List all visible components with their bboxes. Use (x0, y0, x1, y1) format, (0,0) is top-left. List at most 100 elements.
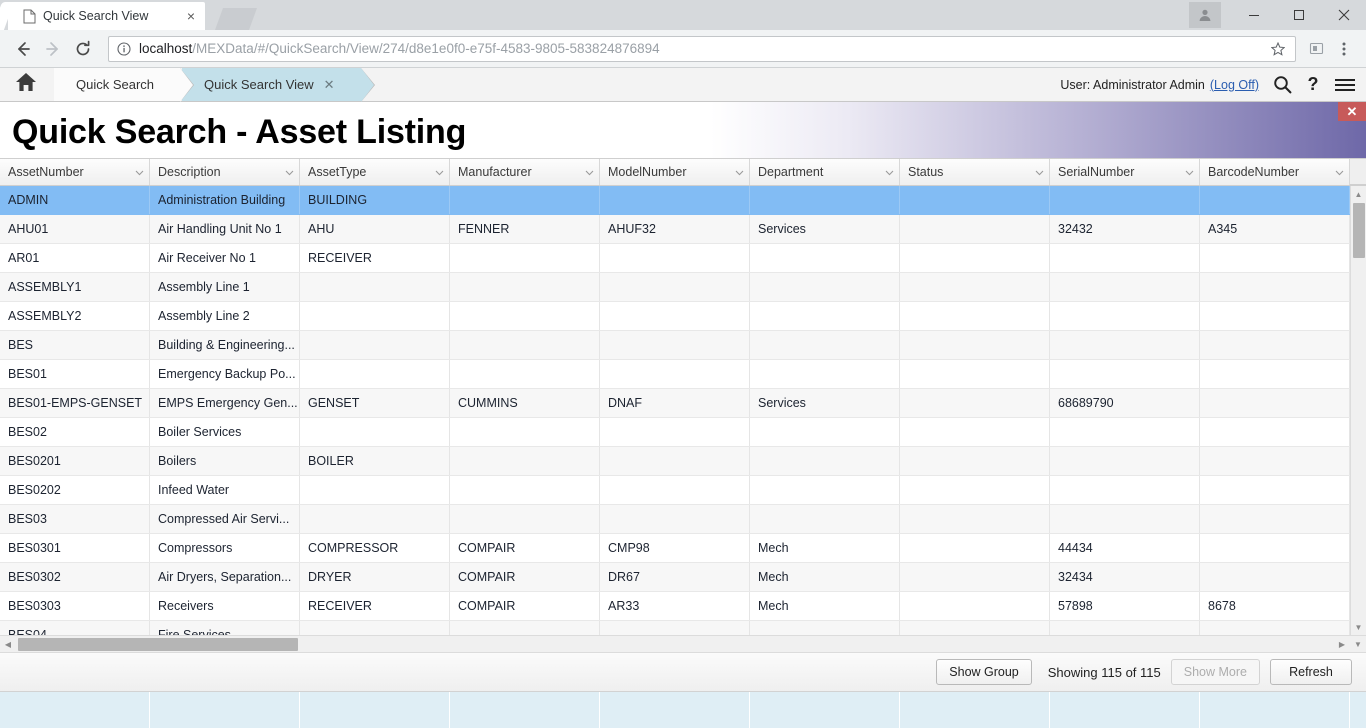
table-row[interactable]: BES04 Fire Services (0, 621, 1366, 635)
window-minimize-button[interactable] (1231, 0, 1276, 30)
table-cell (450, 331, 600, 359)
table-row[interactable]: ADMIN Administration Building BUILDING (0, 186, 1366, 215)
banner-close-button[interactable]: ✕ (1338, 102, 1366, 121)
bookmark-star-icon[interactable] (1267, 41, 1289, 56)
horizontal-scrollbar[interactable]: ◀ ▶ ▼ (0, 635, 1366, 652)
chevron-down-icon[interactable] (1335, 170, 1344, 176)
table-cell (600, 273, 750, 301)
scroll-down-icon[interactable]: ▼ (1351, 619, 1366, 635)
window-close-button[interactable] (1321, 0, 1366, 30)
back-button[interactable] (8, 34, 38, 64)
table-row[interactable]: BES0301 Compressors COMPRESSOR COMPAIR CMP98… (0, 534, 1366, 563)
browser-tab[interactable]: Quick Search View × (8, 2, 205, 30)
info-circle-icon[interactable] (115, 40, 133, 58)
table-cell (1200, 186, 1350, 214)
table-row[interactable]: ASSEMBLY1 Assembly Line 1 (0, 273, 1366, 302)
home-button[interactable] (0, 68, 52, 101)
horizontal-scroll-track[interactable] (16, 636, 1334, 653)
table-row[interactable]: BES0201 Boilers BOILER (0, 447, 1366, 476)
table-row[interactable]: BES Building & Engineering... (0, 331, 1366, 360)
table-row[interactable]: BES0303 Receivers RECEIVER COMPAIR AR33 Mech 5… (0, 592, 1366, 621)
log-off-link[interactable]: (Log Off) (1210, 78, 1259, 92)
close-icon[interactable]: × (183, 8, 199, 24)
chevron-down-icon[interactable] (285, 170, 294, 176)
table-cell (900, 302, 1050, 330)
help-icon[interactable]: ? (1306, 75, 1320, 94)
scroll-down-icon-corner[interactable]: ▼ (1350, 636, 1366, 653)
chevron-down-icon[interactable] (135, 170, 144, 176)
search-icon[interactable] (1273, 75, 1292, 94)
chevron-down-icon[interactable] (735, 170, 744, 176)
table-cell (1200, 476, 1350, 504)
scroll-left-icon[interactable]: ◀ (0, 636, 16, 653)
address-bar[interactable]: localhost/MEXData/#/QuickSearch/View/274… (108, 35, 1296, 62)
table-row[interactable]: ASSEMBLY2 Assembly Line 2 (0, 302, 1366, 331)
close-icon[interactable]: ✕ (324, 77, 335, 93)
table-row[interactable]: BES02 Boiler Services (0, 418, 1366, 447)
chevron-down-icon[interactable] (885, 170, 894, 176)
table-cell: Assembly Line 1 (150, 273, 300, 301)
cast-icon[interactable] (1302, 35, 1330, 63)
table-row[interactable]: BES0302 Air Dryers, Separation... DRYER COM… (0, 563, 1366, 592)
scroll-up-icon[interactable]: ▲ (1351, 186, 1366, 202)
new-tab-button[interactable] (214, 8, 258, 30)
home-icon (15, 72, 37, 97)
forward-button[interactable] (38, 34, 68, 64)
browser-menu-icon[interactable] (1330, 35, 1358, 63)
grid-column-header-label: Status (908, 165, 944, 179)
table-cell: COMPAIR (450, 563, 600, 591)
breadcrumb-label: Quick Search (76, 77, 155, 92)
user-avatar-icon[interactable] (1189, 2, 1221, 28)
breadcrumb-label: Quick Search View (204, 77, 314, 92)
table-cell: BES0201 (0, 447, 150, 475)
grid-column-header[interactable]: BarcodeNumber (1200, 159, 1350, 185)
chevron-down-icon[interactable] (435, 170, 444, 176)
table-cell (900, 389, 1050, 417)
grid-column-header-label: AssetType (308, 165, 367, 179)
table-row[interactable]: BES0202 Infeed Water (0, 476, 1366, 505)
user-label: User: Administrator Admin (1060, 77, 1205, 92)
chevron-down-icon[interactable] (585, 170, 594, 176)
hamburger-menu-icon[interactable] (1334, 77, 1356, 93)
table-cell (1050, 360, 1200, 388)
grid-column-header[interactable]: AssetNumber (0, 159, 150, 185)
scroll-right-icon[interactable]: ▶ (1334, 636, 1350, 653)
table-cell (600, 476, 750, 504)
grid-column-header[interactable]: AssetType (300, 159, 450, 185)
table-cell (600, 360, 750, 388)
grid-column-header[interactable]: Status (900, 159, 1050, 185)
table-cell (1200, 447, 1350, 475)
table-cell: Emergency Backup Po... (150, 360, 300, 388)
vertical-scroll-thumb[interactable] (1353, 203, 1365, 258)
vertical-scrollbar[interactable]: ▲ ▼ (1350, 186, 1366, 635)
breadcrumb-quick-search-view[interactable]: Quick Search View ✕ (182, 68, 375, 102)
grid-body[interactable]: ADMIN Administration Building BUILDING AHU0… (0, 186, 1366, 635)
show-more-button[interactable]: Show More (1170, 659, 1260, 685)
table-row[interactable]: AR01 Air Receiver No 1 RECEIVER (0, 244, 1366, 273)
horizontal-scroll-thumb[interactable] (18, 637, 298, 651)
table-row[interactable]: AHU01 Air Handling Unit No 1 AHU FENNER AHUF… (0, 215, 1366, 244)
grid-column-header[interactable]: Manufacturer (450, 159, 600, 185)
grid-column-header[interactable]: ModelNumber (600, 159, 750, 185)
table-cell (300, 331, 450, 359)
asset-grid: AssetNumber Description AssetType Manufactu… (0, 158, 1366, 652)
table-row[interactable]: BES03 Compressed Air Servi... (0, 505, 1366, 534)
table-cell (1200, 389, 1350, 417)
window-maximize-button[interactable] (1276, 0, 1321, 30)
grid-column-header[interactable]: Description (150, 159, 300, 185)
grid-column-header[interactable]: Department (750, 159, 900, 185)
table-cell (1050, 505, 1200, 533)
breadcrumb-quick-search[interactable]: Quick Search (54, 68, 195, 102)
reload-button[interactable] (68, 34, 98, 64)
table-cell: BES0301 (0, 534, 150, 562)
chevron-down-icon[interactable] (1185, 170, 1194, 176)
grid-column-header[interactable]: SerialNumber (1050, 159, 1200, 185)
refresh-button[interactable]: Refresh (1270, 659, 1352, 685)
table-row[interactable]: BES01 Emergency Backup Po... (0, 360, 1366, 389)
show-group-button[interactable]: Show Group (936, 659, 1032, 685)
table-cell (450, 447, 600, 475)
table-cell (900, 273, 1050, 301)
chevron-down-icon[interactable] (1035, 170, 1044, 176)
table-row[interactable]: BES01-EMPS-GENSET EMPS Emergency Gen... GE… (0, 389, 1366, 418)
table-cell: 8678 (1200, 592, 1350, 620)
